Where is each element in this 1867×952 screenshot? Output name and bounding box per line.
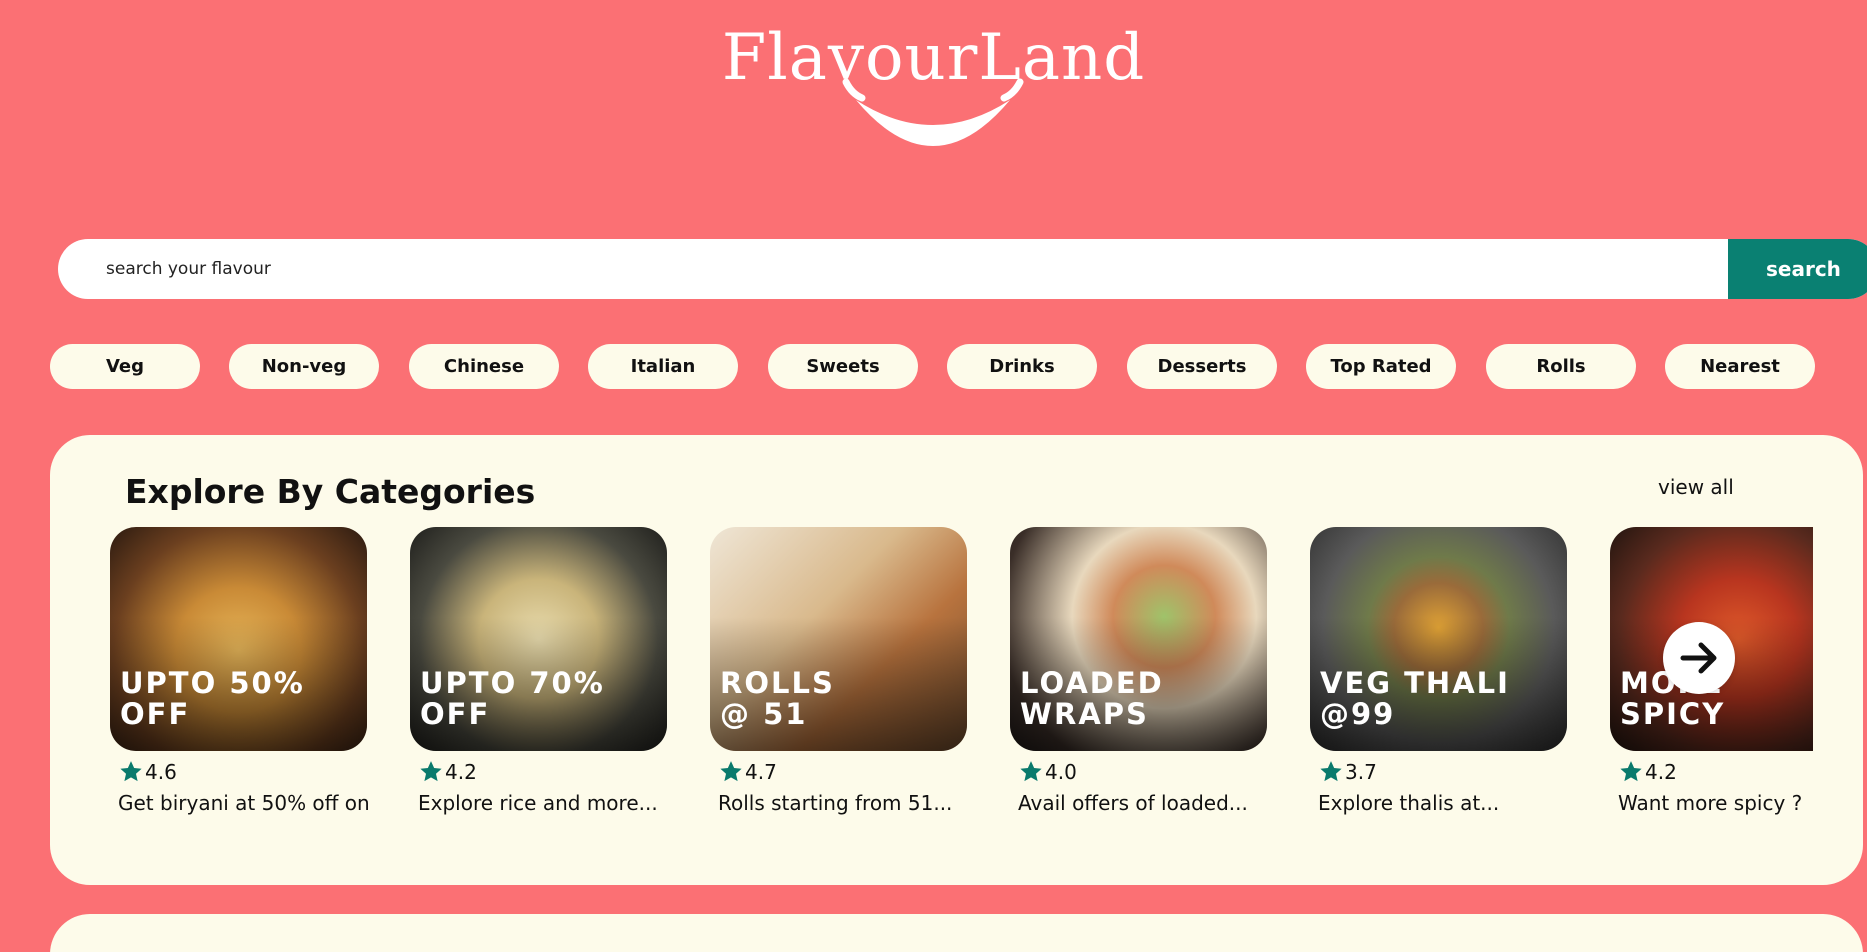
rating-value: 4.2 — [445, 760, 477, 784]
category-card[interactable]: UPTO 50% OFF 4.6 Get biryani at 50% off … — [110, 527, 370, 815]
card-image: LOADED WRAPS — [1010, 527, 1267, 751]
star-icon — [720, 761, 742, 782]
next-section-panel — [50, 914, 1863, 952]
smile-icon — [842, 78, 1024, 146]
category-carousel: UPTO 50% OFF 4.6 Get biryani at 50% off … — [110, 527, 1813, 867]
filter-chip-nearest[interactable]: Nearest — [1665, 344, 1815, 389]
filter-chip-non-veg[interactable]: Non-veg — [229, 344, 379, 389]
rating-value: 4.6 — [145, 760, 177, 784]
star-icon — [1020, 761, 1042, 782]
card-description: Want more spicy ? — [1618, 791, 1803, 815]
filter-chip-chinese[interactable]: Chinese — [409, 344, 559, 389]
search-input[interactable] — [58, 239, 1728, 299]
filter-chip-top-rated[interactable]: Top Rated — [1306, 344, 1456, 389]
categories-panel: Explore By Categories view all UPTO 50% … — [50, 435, 1863, 885]
category-card[interactable]: LOADED WRAPS 4.0 Avail offers of loaded.… — [1010, 527, 1270, 815]
category-card[interactable]: UPTO 70% OFF 4.2 Explore rice and more..… — [410, 527, 670, 815]
star-icon — [420, 761, 442, 782]
filter-chip-italian[interactable]: Italian — [588, 344, 738, 389]
card-image: VEG THALI @99 — [1310, 527, 1567, 751]
card-rating: 4.0 — [1010, 759, 1270, 785]
card-rating: 4.6 — [110, 759, 370, 785]
search-button[interactable]: search — [1728, 239, 1867, 299]
card-tag: VEG THALI @99 — [1320, 666, 1510, 731]
card-tag: UPTO 50% OFF — [120, 666, 305, 731]
search-bar: search — [58, 239, 1867, 299]
filter-chip-rolls[interactable]: Rolls — [1486, 344, 1636, 389]
rating-value: 4.2 — [1645, 760, 1677, 784]
category-card[interactable]: ROLLS @ 51 4.7 Rolls starting from 51... — [710, 527, 970, 815]
arrow-right-icon — [1680, 642, 1717, 674]
filter-chips: Veg Non-veg Chinese Italian Sweets Drink… — [50, 344, 1817, 389]
card-image: ROLLS @ 51 — [710, 527, 967, 751]
card-description: Explore thalis at... — [1318, 791, 1500, 815]
filter-chip-sweets[interactable]: Sweets — [768, 344, 918, 389]
card-rating: 3.7 — [1310, 759, 1570, 785]
view-all-link[interactable]: view all — [1658, 475, 1734, 499]
card-description: Rolls starting from 51... — [718, 791, 953, 815]
card-rating: 4.2 — [1610, 759, 1813, 785]
star-icon — [120, 761, 142, 782]
filter-chip-desserts[interactable]: Desserts — [1127, 344, 1277, 389]
card-tag: LOADED WRAPS — [1020, 666, 1164, 731]
star-icon — [1620, 761, 1642, 782]
card-tag: UPTO 70% OFF — [420, 666, 605, 731]
rating-value: 4.7 — [745, 760, 777, 784]
card-tag: ROLLS @ 51 — [720, 666, 835, 731]
rating-value: 3.7 — [1345, 760, 1377, 784]
filter-chip-drinks[interactable]: Drinks — [947, 344, 1097, 389]
card-description: Explore rice and more... — [418, 791, 658, 815]
rating-value: 4.0 — [1045, 760, 1077, 784]
card-description: Avail offers of loaded... — [1018, 791, 1248, 815]
star-icon — [1320, 761, 1342, 782]
card-rating: 4.7 — [710, 759, 970, 785]
filter-chip-veg[interactable]: Veg — [50, 344, 200, 389]
card-image: UPTO 70% OFF — [410, 527, 667, 751]
section-title: Explore By Categories — [125, 472, 536, 511]
carousel-next-button[interactable] — [1663, 622, 1735, 694]
card-rating: 4.2 — [410, 759, 670, 785]
category-card[interactable]: VEG THALI @99 3.7 Explore thalis at... — [1310, 527, 1570, 815]
card-description: Get biryani at 50% off on... — [118, 791, 370, 815]
card-image: UPTO 50% OFF — [110, 527, 367, 751]
